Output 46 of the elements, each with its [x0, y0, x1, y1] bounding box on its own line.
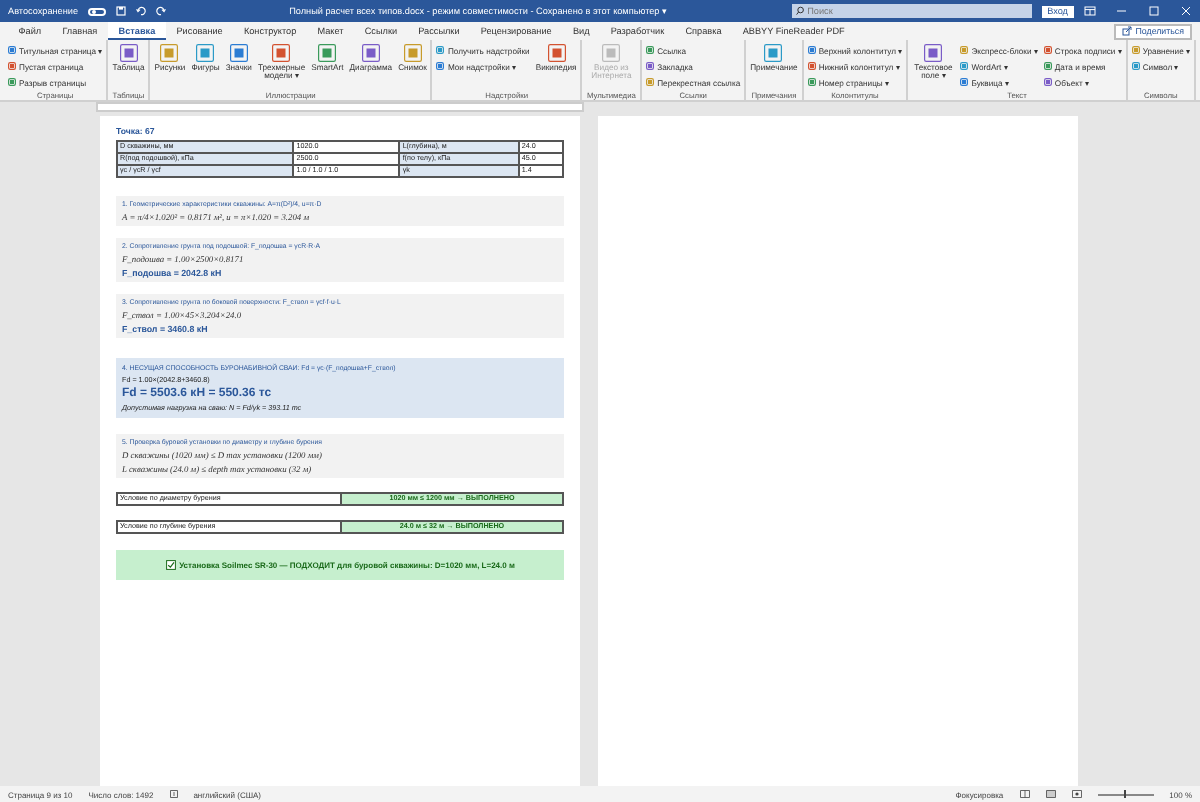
square-icon [646, 78, 655, 86]
redo-icon [156, 6, 167, 16]
square-icon [272, 44, 291, 62]
square-icon [807, 78, 816, 86]
square-icon [1131, 62, 1140, 70]
square-icon [1043, 62, 1052, 70]
square-icon [8, 62, 16, 70]
minimize-icon [1116, 6, 1128, 16]
square-icon [1043, 46, 1052, 54]
square-icon [318, 44, 337, 62]
book-icon [169, 790, 178, 798]
square-icon [1043, 78, 1052, 86]
square-icon [160, 44, 179, 62]
square-icon [436, 62, 445, 70]
square-icon [646, 62, 655, 70]
square-icon [436, 46, 445, 54]
print-layout-icon [1045, 790, 1056, 798]
square-icon [8, 46, 16, 54]
undo-icon [136, 6, 147, 16]
square-icon [807, 46, 816, 54]
share-arrow-icon [1122, 26, 1133, 36]
search-icon [795, 6, 806, 16]
square-icon [924, 44, 943, 62]
save-icon [116, 6, 127, 16]
maximize-icon [1148, 6, 1160, 16]
square-icon [196, 44, 215, 62]
square-icon [403, 44, 422, 62]
ribbon-display-icon [1084, 6, 1096, 16]
square-icon [807, 62, 816, 70]
square-icon [764, 44, 783, 62]
square-icon [119, 44, 138, 62]
square-icon [8, 78, 16, 86]
square-icon [646, 46, 655, 54]
square-icon [602, 44, 621, 62]
square-icon [361, 44, 380, 62]
close-icon [1180, 6, 1192, 16]
square-icon [960, 78, 969, 86]
square-icon [229, 44, 248, 62]
square-icon [960, 46, 969, 54]
web-layout-icon [1071, 790, 1082, 798]
square-icon [960, 62, 969, 70]
square-icon [1131, 46, 1140, 54]
autosave-toggle[interactable] [88, 7, 107, 15]
read-mode-icon [1019, 790, 1030, 798]
square-icon [547, 44, 566, 62]
checkbox-icon [165, 559, 176, 570]
